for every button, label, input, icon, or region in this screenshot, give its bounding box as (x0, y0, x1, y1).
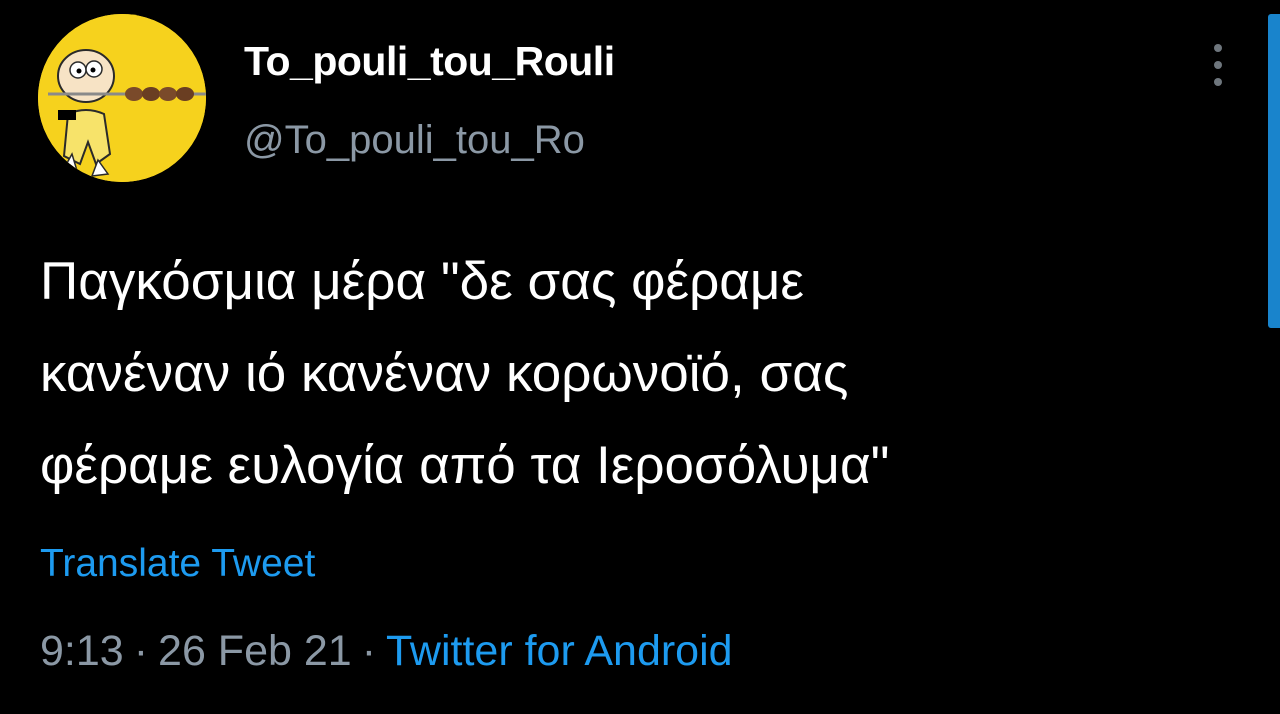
tweet-time[interactable]: 9:13 (40, 627, 124, 675)
tweet-text-line: κανέναν ιό κανέναν κορωνοϊό, σας (40, 344, 849, 403)
avatar[interactable] (38, 14, 206, 182)
meta-separator: · (361, 627, 377, 675)
translate-tweet-link[interactable]: Translate Tweet (40, 542, 315, 586)
scrollbar-thumb[interactable] (1268, 14, 1280, 328)
tweet-text-line: φέραμε ευλογία από τα Ιεροσόλυμα" (40, 436, 890, 495)
user-handle[interactable]: @To_pouli_tou_Ro (244, 118, 585, 163)
display-name[interactable]: To_pouli_tou_Rouli (244, 38, 615, 85)
more-dot-icon (1214, 61, 1222, 69)
meta-separator: · (133, 627, 149, 675)
tweet-source-link[interactable]: Twitter for Android (386, 627, 733, 675)
more-dot-icon (1214, 78, 1222, 86)
tweet-text: Παγκόσμια μέρα "δε σας φέραμε κανέναν ιό… (40, 236, 1240, 512)
cartoon-character-avatar-icon (38, 14, 206, 182)
more-dot-icon (1214, 44, 1222, 52)
more-vertical-icon[interactable] (1205, 44, 1231, 86)
tweet-date[interactable]: 26 Feb 21 (158, 627, 352, 675)
tweet-card: To_pouli_tou_Rouli @To_pouli_tou_Ro Παγκ… (0, 0, 1280, 714)
tweet-text-line: Παγκόσμια μέρα "δε σας φέραμε (40, 252, 805, 311)
tweet-meta: 9:13 · 26 Feb 21 · Twitter for Android (40, 627, 733, 676)
